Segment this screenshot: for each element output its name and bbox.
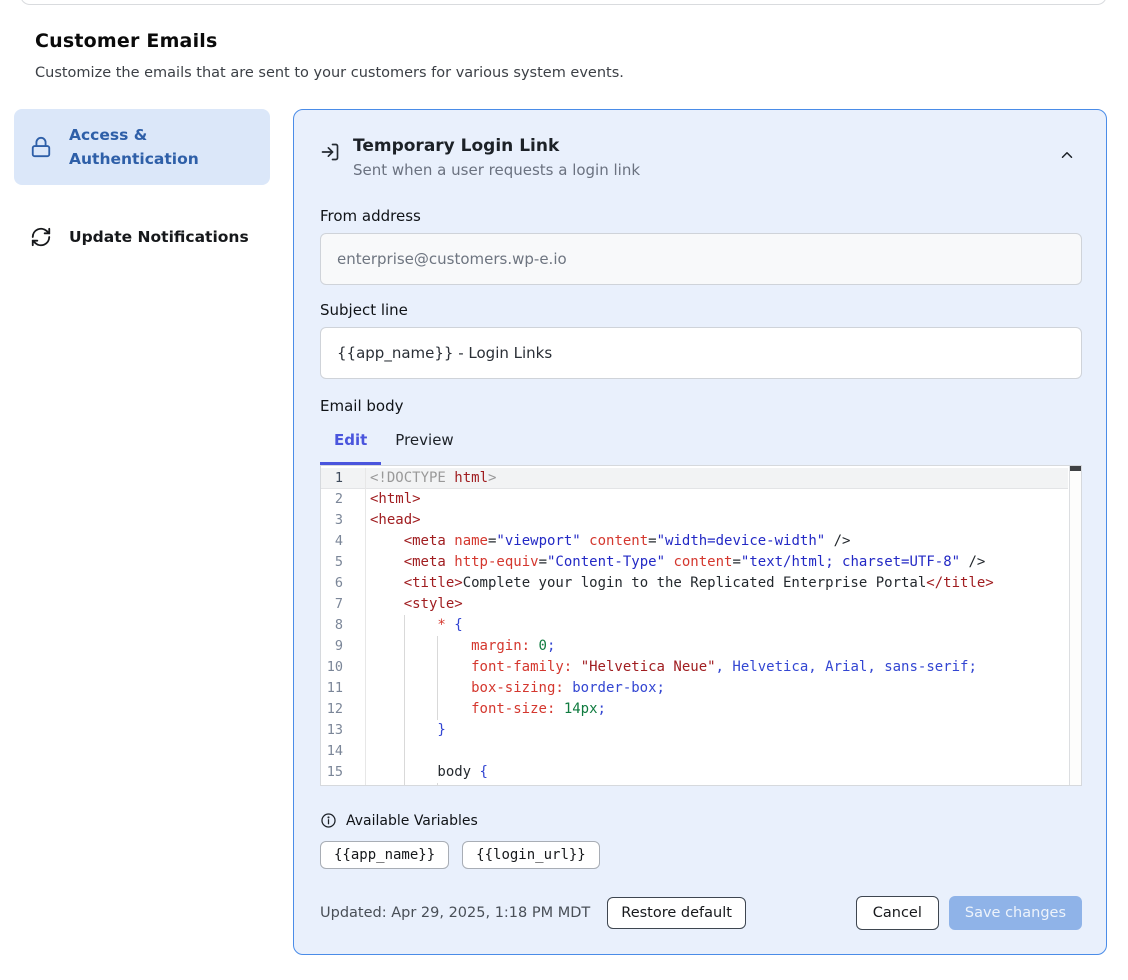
indent-guide <box>404 615 405 636</box>
chevron-up-icon <box>1058 152 1076 167</box>
previous-card-bottom-edge <box>20 0 1107 5</box>
line-number: 13 <box>321 720 366 741</box>
from-address-label: From address <box>320 207 1082 225</box>
tab-preview[interactable]: Preview <box>381 431 467 465</box>
subject-line-input[interactable] <box>320 327 1082 379</box>
line-number: 14 <box>321 741 366 762</box>
indent-guide <box>404 741 405 762</box>
tab-edit[interactable]: Edit <box>320 431 381 465</box>
panel-subtitle: Sent when a user requests a login link <box>353 161 640 179</box>
code-line-6: 6<title>Complete your login to the Repli… <box>321 573 1068 594</box>
line-number: 3 <box>321 510 366 531</box>
log-in-icon <box>320 142 340 162</box>
variable-chip[interactable]: {{login_url}} <box>462 841 600 869</box>
panel-title: Temporary Login Link <box>353 136 640 156</box>
indent-guide <box>404 699 405 720</box>
available-variables-label: Available Variables <box>346 813 478 829</box>
indent-guide <box>437 657 438 678</box>
panel-header: Temporary Login Link Sent when a user re… <box>320 136 1082 179</box>
indent-guide <box>404 636 405 657</box>
code-line-12: 12font-size: 14px; <box>321 699 1068 720</box>
sidebar-item-label: Update Notifications <box>69 225 249 249</box>
indent-guide <box>404 762 405 783</box>
code-line-3: 3<head> <box>321 510 1068 531</box>
sidebar: Access & Authentication Update Notificati… <box>14 109 270 289</box>
indent-guide <box>437 783 438 786</box>
variable-chips: {{app_name}} {{login_url}} <box>320 841 1082 869</box>
subject-line-label: Subject line <box>320 301 1082 319</box>
from-address-input[interactable] <box>320 233 1082 285</box>
indent-guide <box>437 699 438 720</box>
main-layout: Access & Authentication Update Notificati… <box>0 109 1128 955</box>
code-line-11: 11box-sizing: border-box; <box>321 678 1068 699</box>
editor-scrollbar[interactable] <box>1069 466 1081 785</box>
code-line-16: 16background-color: #f8f8f8; <box>321 783 1068 786</box>
page-title: Customer Emails <box>35 30 1128 52</box>
indent-guide <box>437 678 438 699</box>
code-line-2: 2<html> <box>321 489 1068 510</box>
updated-timestamp: Updated: Apr 29, 2025, 1:18 PM MDT <box>320 905 590 921</box>
sidebar-item-access-authentication[interactable]: Access & Authentication <box>14 109 270 185</box>
cancel-button[interactable]: Cancel <box>856 896 939 930</box>
lock-icon <box>30 136 52 158</box>
line-number: 9 <box>321 636 366 657</box>
code-line-8: 8* { <box>321 615 1068 636</box>
info-icon <box>320 812 337 829</box>
line-number: 6 <box>321 573 366 594</box>
indent-guide <box>404 657 405 678</box>
line-number: 10 <box>321 657 366 678</box>
code-line-14: 14 <box>321 741 1068 762</box>
indent-guide <box>404 720 405 741</box>
code-line-4: 4<meta name="viewport" content="width=de… <box>321 531 1068 552</box>
panel-footer: Updated: Apr 29, 2025, 1:18 PM MDT Resto… <box>320 896 1082 930</box>
page-subtitle: Customize the emails that are sent to yo… <box>35 65 1128 81</box>
code-line-13: 13} <box>321 720 1068 741</box>
line-number: 2 <box>321 489 366 510</box>
variable-chip[interactable]: {{app_name}} <box>320 841 449 869</box>
line-number: 1 <box>321 468 366 489</box>
code-line-5: 5<meta http-equiv="Content-Type" content… <box>321 552 1068 573</box>
line-number: 4 <box>321 531 366 552</box>
sidebar-item-label: Access & Authentication <box>69 123 254 171</box>
code-editor[interactable]: 1<!DOCTYPE html>2<html>3<head>4<meta nam… <box>320 465 1082 786</box>
indent-guide <box>404 783 405 786</box>
line-number: 12 <box>321 699 366 720</box>
line-number: 8 <box>321 615 366 636</box>
editor-scrollbar-thumb[interactable] <box>1070 466 1081 471</box>
page-header: Customer Emails Customize the emails tha… <box>35 30 1128 81</box>
line-number: 11 <box>321 678 366 699</box>
email-body-tabs: EditPreview <box>320 431 1082 465</box>
line-number: 16 <box>321 783 366 786</box>
refresh-icon <box>30 226 52 248</box>
sidebar-item-update-notifications[interactable]: Update Notifications <box>14 211 270 263</box>
code-line-9: 9margin: 0; <box>321 636 1068 657</box>
indent-guide <box>437 636 438 657</box>
code-line-10: 10font-family: "Helvetica Neue", Helveti… <box>321 657 1068 678</box>
email-settings-panel: Temporary Login Link Sent when a user re… <box>293 109 1107 955</box>
code-lines: 1<!DOCTYPE html>2<html>3<head>4<meta nam… <box>321 466 1068 786</box>
restore-default-button[interactable]: Restore default <box>607 897 746 929</box>
code-line-7: 7<style> <box>321 594 1068 615</box>
code-line-15: 15body { <box>321 762 1068 783</box>
available-variables-row: Available Variables <box>320 812 1082 829</box>
indent-guide <box>404 678 405 699</box>
line-number: 7 <box>321 594 366 615</box>
line-number: 5 <box>321 552 366 573</box>
line-number: 15 <box>321 762 366 783</box>
code-line-1: 1<!DOCTYPE html> <box>321 468 1068 489</box>
email-body-label: Email body <box>320 397 1082 415</box>
collapse-button[interactable] <box>1052 140 1082 173</box>
save-changes-button[interactable]: Save changes <box>949 896 1082 930</box>
